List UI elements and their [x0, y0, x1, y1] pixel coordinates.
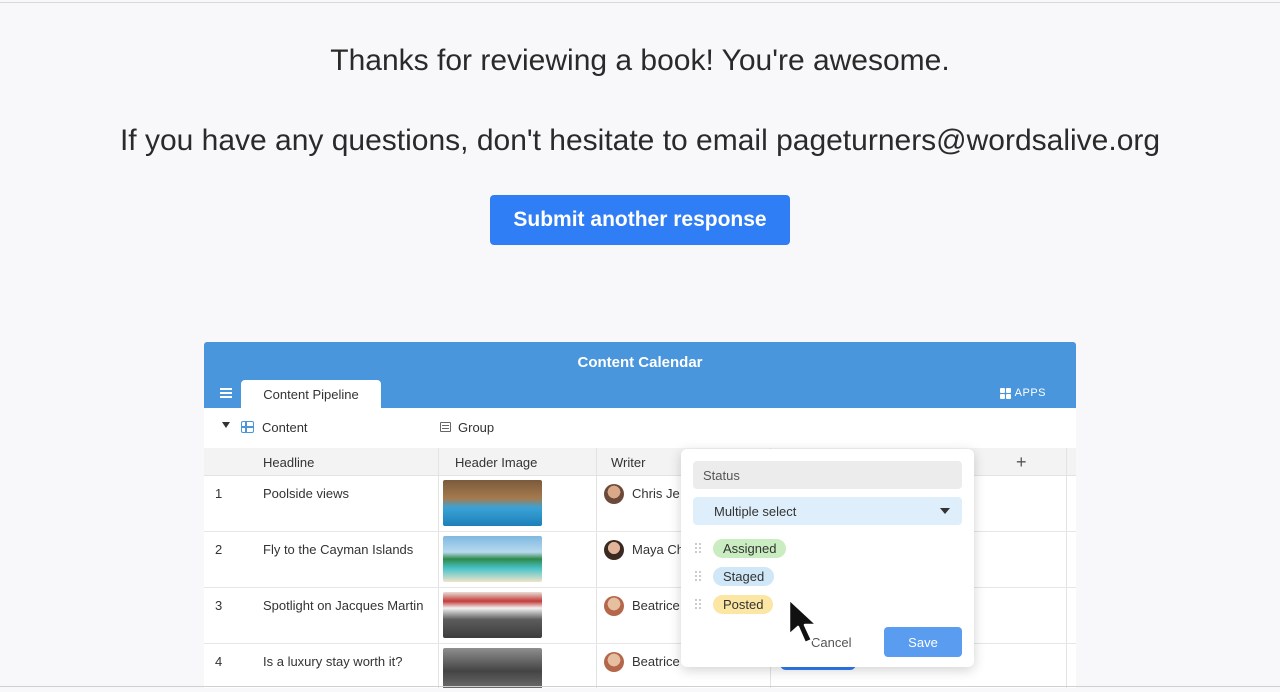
hamburger-icon — [220, 388, 232, 398]
contact-message: If you have any questions, don't hesitat… — [119, 124, 1161, 157]
group-label: Group — [458, 420, 495, 435]
row-headline: Poolside views — [263, 486, 349, 501]
option-pill-staged: Staged — [713, 566, 775, 586]
header-image-thumbnail — [443, 536, 542, 582]
row-number: 3 — [215, 598, 223, 613]
option-item: Posted — [695, 594, 774, 614]
group-icon — [440, 422, 451, 432]
header-image-thumbnail — [443, 648, 542, 688]
field-type-select: Multiple select — [693, 497, 962, 525]
caret-down-icon — [222, 422, 230, 428]
option-item: Staged — [695, 566, 775, 586]
product-preview-image: Content Calendar Content Pipeline APPS C… — [204, 342, 1076, 688]
submit-another-response-button[interactable]: Submit another response — [490, 195, 790, 245]
preview-toolbar: Content Group — [204, 416, 1076, 440]
preview-title: Content Calendar — [577, 354, 703, 371]
preview-header: Content Calendar Content Pipeline APPS — [204, 342, 1076, 408]
preview-tab: Content Pipeline — [241, 380, 381, 408]
row-number: 4 — [215, 654, 223, 669]
row-number: 2 — [215, 542, 223, 557]
thanks-message: Thanks for reviewing a book! You're awes… — [330, 44, 950, 77]
bottom-divider — [0, 686, 1280, 687]
option-item: Assigned — [695, 538, 787, 558]
row-writer: Beatrice — [632, 598, 680, 613]
column-header-writer: Writer — [611, 455, 646, 470]
apps-label: APPS — [1014, 387, 1046, 399]
field-config-popup: Status Multiple select Assigned Staged P… — [681, 449, 974, 667]
avatar — [604, 484, 624, 504]
row-writer: Chris Je — [632, 486, 680, 501]
apps-icon — [999, 387, 1011, 399]
preview-apps: APPS — [999, 387, 1046, 399]
column-header-headline: Headline — [263, 455, 315, 470]
avatar — [604, 540, 624, 560]
drag-handle-icon — [695, 599, 701, 609]
option-pill-assigned: Assigned — [713, 538, 787, 558]
avatar — [604, 652, 624, 672]
save-label: Save — [884, 627, 962, 657]
row-number: 1 — [215, 486, 223, 501]
field-type-label: Multiple select — [714, 504, 797, 519]
grid-icon — [241, 421, 254, 433]
row-headline: Is a luxury stay worth it? — [263, 654, 403, 669]
cursor-pointer-icon — [787, 597, 819, 645]
caret-down-icon — [940, 508, 950, 514]
column-header-image: Header Image — [455, 455, 538, 470]
avatar — [604, 596, 624, 616]
top-divider — [0, 2, 1280, 3]
drag-handle-icon — [695, 543, 701, 553]
field-name-input: Status — [693, 461, 962, 489]
add-column-icon: + — [1016, 452, 1027, 472]
row-writer: Beatrice — [632, 654, 680, 669]
header-image-thumbnail — [443, 480, 542, 526]
row-headline: Fly to the Cayman Islands — [263, 542, 414, 557]
option-pill-posted: Posted — [713, 594, 774, 614]
table-label: Content — [262, 420, 308, 435]
header-image-thumbnail — [443, 592, 542, 638]
row-writer: Maya Ch — [632, 542, 684, 557]
drag-handle-icon — [695, 571, 701, 581]
row-headline: Spotlight on Jacques Martin — [263, 598, 424, 613]
